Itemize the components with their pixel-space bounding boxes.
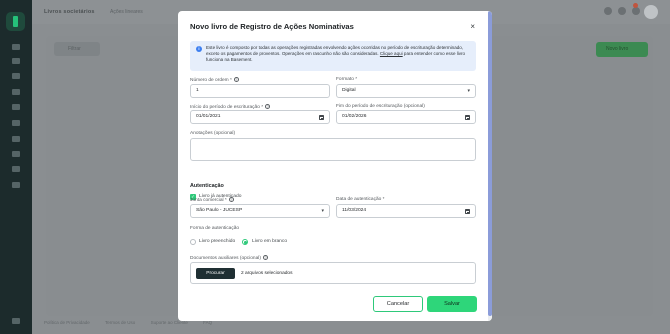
question-icon[interactable]: ? [265, 104, 271, 109]
nav-books-icon[interactable] [12, 73, 20, 79]
auth-date-label: Data de autenticação * [336, 197, 385, 202]
question-icon[interactable]: ? [228, 197, 234, 202]
filter-label: Filtrar [68, 46, 81, 52]
authentication-section-title: Autenticação [190, 183, 224, 189]
info-link[interactable]: Clique aqui [380, 51, 403, 56]
notes-textarea[interactable] [190, 138, 476, 161]
junta-label-text: Junta comercial * [190, 197, 227, 203]
grid-icon[interactable] [604, 7, 612, 15]
upload-status: 2 arquivos selecionados [241, 271, 293, 276]
footer-link[interactable]: Política de Privacidade [44, 320, 90, 325]
nav-users-icon[interactable] [12, 89, 20, 95]
period-end-value: 01/02/2026 [342, 114, 367, 119]
order-number-label: Número de ordem *? [190, 77, 239, 83]
radio-filled-book[interactable] [190, 239, 196, 245]
order-number-input[interactable]: 1 [190, 84, 330, 98]
format-label: Formato * [336, 77, 358, 82]
new-book-dialog: Novo livro de Registro de Ações Nominati… [178, 11, 492, 321]
nav-chart-icon[interactable] [12, 104, 20, 110]
auth-form-label: Forma de autenticação [190, 226, 240, 231]
junta-select[interactable]: São Paulo - JUCESP ▾ [190, 204, 330, 218]
logo-icon [6, 12, 25, 31]
radio-blank-book-label[interactable]: Livro em branco [252, 239, 287, 245]
order-number-value: 1 [196, 88, 199, 93]
bell-icon[interactable] [632, 7, 640, 15]
scrollbar-thumb[interactable] [488, 11, 492, 316]
footer-link[interactable]: Termos de Uso [105, 320, 135, 325]
settings-icon[interactable] [618, 7, 626, 15]
file-upload: Procurar 2 arquivos selecionados [190, 262, 476, 284]
radio-filled-book-label[interactable]: Livro preenchido [199, 239, 235, 245]
nav-help-icon[interactable] [12, 182, 20, 188]
notification-dot [633, 3, 638, 8]
question-icon[interactable]: ? [262, 255, 268, 260]
chevron-down-icon: ▾ [321, 208, 324, 214]
new-book-button[interactable]: Novo livro [596, 42, 648, 57]
cancel-button[interactable]: Cancelar [373, 296, 423, 312]
collapse-icon[interactable] [12, 318, 20, 324]
close-icon[interactable]: × [470, 23, 475, 31]
page-subtitle: Ações lineares [110, 9, 143, 15]
auth-date-value: 11/03/2024 [342, 208, 367, 213]
nav-file-icon[interactable] [12, 151, 20, 157]
page-title: Livros societários [44, 9, 95, 15]
radio-blank-book[interactable] [242, 239, 248, 245]
order-number-label-text: Número de ordem * [190, 77, 232, 83]
calendar-icon[interactable] [318, 114, 324, 120]
info-icon: i [196, 46, 202, 52]
format-value: Digital [342, 88, 356, 93]
filter-button[interactable]: Filtrar [54, 42, 100, 56]
notes-label: Anotações (opcional) [190, 131, 236, 136]
period-end-label: Fim do período de escrituração (opcional… [336, 104, 425, 109]
nav-calendar-icon[interactable] [12, 136, 20, 142]
period-start-input[interactable]: 01/01/2021 [190, 110, 330, 124]
nav-folder-icon[interactable] [12, 120, 20, 126]
nav-documents-icon[interactable] [12, 58, 20, 64]
period-start-label: Início do período de escrituração *? [190, 104, 271, 110]
junta-label: Junta comercial *? [190, 197, 234, 203]
sidebar-rail [0, 0, 32, 334]
chevron-down-icon: ▾ [467, 88, 470, 94]
nav-settings-icon[interactable] [12, 166, 20, 172]
question-icon[interactable]: ? [233, 77, 239, 82]
calendar-icon[interactable] [464, 114, 470, 120]
calendar-icon[interactable] [464, 208, 470, 214]
info-banner: i Este livro é composto por todas as ope… [190, 41, 476, 71]
browse-button[interactable]: Procurar [196, 268, 235, 279]
new-book-label: Novo livro [606, 46, 629, 52]
period-start-value: 01/01/2021 [196, 114, 221, 119]
format-select[interactable]: Digital ▾ [336, 84, 476, 98]
nav-home-icon[interactable] [12, 44, 20, 50]
dialog-title: Novo livro de Registro de Ações Nominati… [190, 22, 354, 31]
info-text: Este livro é composto por todas as opera… [206, 45, 471, 64]
save-button[interactable]: Salvar [427, 296, 477, 312]
avatar[interactable] [644, 5, 658, 19]
auth-date-input[interactable]: 11/03/2024 [336, 204, 476, 218]
period-end-input[interactable]: 01/02/2026 [336, 110, 476, 124]
documents-label: Documentos auxiliares (opcional)? [190, 255, 268, 261]
junta-value: São Paulo - JUCESP [196, 208, 243, 213]
documents-label-text: Documentos auxiliares (opcional) [190, 255, 261, 261]
